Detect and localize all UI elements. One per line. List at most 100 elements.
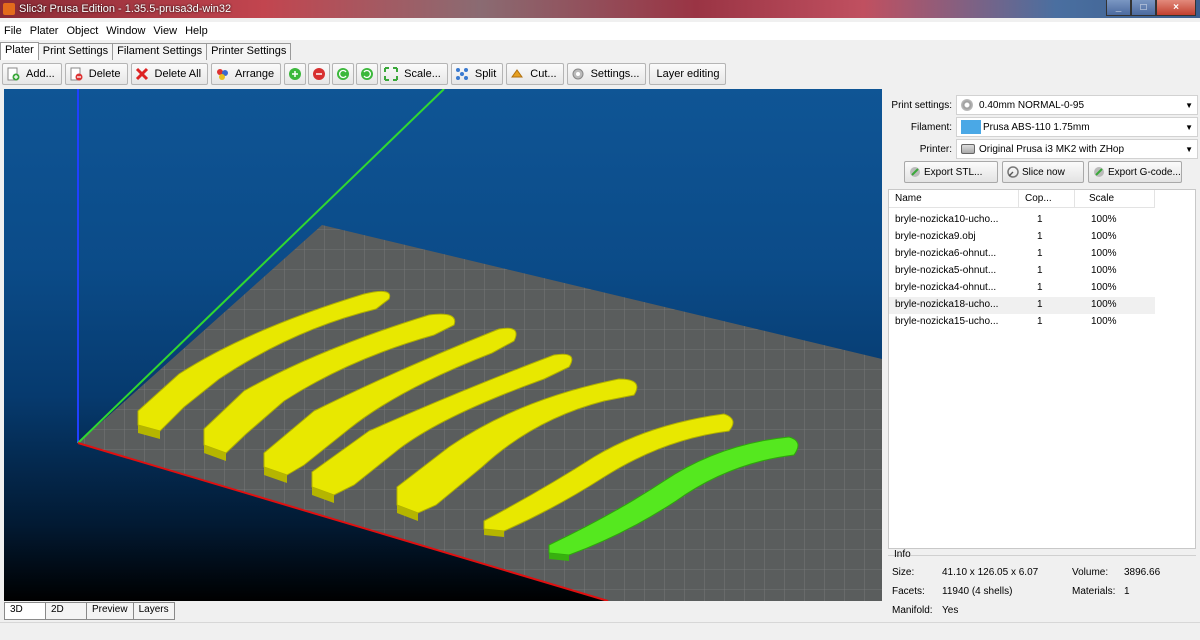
decrease-copies-button[interactable] [308, 63, 331, 85]
object-scale: 100% [1091, 248, 1117, 259]
list-item[interactable]: bryle-nozicka4-ohnut... 1 100% [889, 280, 1155, 297]
object-scale: 100% [1091, 282, 1117, 293]
tab-preview[interactable]: Preview [86, 602, 134, 620]
app-icon [3, 3, 15, 15]
tab-2d[interactable]: 2D [45, 602, 87, 620]
toolbar: Add... Delete Delete All Arrange Scale..… [0, 62, 1200, 86]
export-gcode-label: Export G-code... [1108, 166, 1181, 178]
menu-window[interactable]: Window [102, 25, 149, 37]
info-panel: Info Size: 41.10 x 126.05 x 6.07 Volume:… [888, 549, 1196, 617]
tab-plater[interactable]: Plater [0, 42, 39, 60]
list-item[interactable]: bryle-nozicka6-ohnut... 1 100% [889, 246, 1155, 263]
menu-help[interactable]: Help [181, 25, 212, 37]
object-scale: 100% [1091, 231, 1117, 242]
tab-layers[interactable]: Layers [132, 602, 175, 620]
printer-value: Original Prusa i3 MK2 with ZHop [979, 143, 1125, 155]
filament-label: Filament: [910, 121, 952, 133]
size-value: 41.10 x 126.05 x 6.07 [942, 567, 1039, 578]
object-list[interactable]: Name Cop... Scale bryle-nozicka10-ucho..… [888, 189, 1196, 549]
split-icon [455, 67, 469, 81]
delete-all-button[interactable]: Delete All [130, 63, 209, 85]
object-name: bryle-nozicka15-ucho... [895, 316, 999, 327]
export-icon [908, 165, 922, 179]
object-scale: 100% [1091, 316, 1117, 327]
list-item[interactable]: bryle-nozicka15-ucho... 1 100% [889, 314, 1155, 331]
delete-all-icon [135, 67, 149, 81]
size-label: Size: [892, 567, 915, 578]
settings-button[interactable]: Settings... [566, 63, 647, 85]
rotate-right-button[interactable] [356, 63, 379, 85]
facets-value: 11940 (4 shells) [942, 586, 1013, 597]
list-item-selected[interactable]: bryle-nozicka18-ucho... 1 100% [889, 297, 1155, 314]
object-scale: 100% [1091, 214, 1117, 225]
minus-icon [312, 67, 326, 81]
tab-3d[interactable]: 3D [4, 602, 46, 620]
scene-canvas[interactable] [4, 89, 882, 601]
manifold-value: Yes [942, 605, 959, 616]
3d-viewport[interactable] [4, 89, 882, 601]
printer-select[interactable]: Original Prusa i3 MK2 with ZHop ▼ [956, 139, 1198, 159]
column-header-scale[interactable]: Scale [1075, 190, 1155, 208]
add-button[interactable]: Add... [2, 63, 62, 85]
arrange-button[interactable]: Arrange [211, 63, 282, 85]
tab-filament-settings[interactable]: Filament Settings [112, 43, 208, 60]
add-icon [6, 67, 20, 81]
object-copies: 1 [1037, 299, 1043, 310]
maximize-button[interactable]: □ [1131, 0, 1156, 16]
arrange-label: Arrange [235, 68, 275, 80]
chevron-down-icon: ▼ [1185, 145, 1193, 154]
volume-label: Volume: [1072, 567, 1109, 578]
menu-view[interactable]: View [149, 25, 181, 37]
chevron-down-icon: ▼ [1185, 101, 1193, 110]
scale-button[interactable]: Scale... [380, 63, 448, 85]
export-stl-button[interactable]: Export STL... [904, 161, 998, 183]
menu-plater[interactable]: Plater [26, 25, 63, 37]
list-item[interactable]: bryle-nozicka5-ohnut... 1 100% [889, 263, 1155, 280]
gear-icon [571, 67, 585, 81]
facets-label: Facets: [892, 586, 925, 597]
list-item[interactable]: bryle-nozicka10-ucho... 1 100% [889, 212, 1155, 229]
object-scale: 100% [1091, 265, 1117, 276]
column-header-name[interactable]: Name [889, 190, 1019, 208]
filament-select[interactable]: Prusa ABS-110 1.75mm ▼ [956, 117, 1198, 137]
window-title: Slic3r Prusa Edition - 1.35.5-prusa3d-wi… [19, 3, 232, 15]
filament-value: Prusa ABS-110 1.75mm [983, 121, 1090, 133]
delete-button[interactable]: Delete [64, 63, 128, 85]
list-item[interactable]: bryle-nozicka9.obj 1 100% [889, 229, 1155, 246]
increase-copies-button[interactable] [284, 63, 307, 85]
export-gcode-button[interactable]: Export G-code... [1088, 161, 1182, 183]
tab-printer-settings[interactable]: Printer Settings [206, 43, 292, 60]
delete-all-label: Delete All [154, 68, 202, 80]
printer-label: Printer: [919, 143, 952, 155]
gear-icon [961, 99, 973, 111]
info-frame [888, 555, 1196, 617]
arrange-icon [215, 67, 229, 81]
rotate-left-button[interactable] [332, 63, 355, 85]
main-tabs: Plater Print Settings Filament Settings … [0, 42, 292, 60]
rotate-left-icon [336, 67, 350, 81]
volume-value: 3896.66 [1124, 567, 1161, 578]
chevron-down-icon: ▼ [1185, 123, 1193, 132]
slice-now-button[interactable]: Slice now [1002, 161, 1084, 183]
materials-label: Materials: [1072, 586, 1116, 597]
close-button[interactable]: × [1156, 0, 1196, 16]
cut-icon [510, 67, 524, 81]
cut-button[interactable]: Cut... [506, 63, 564, 85]
object-name: bryle-nozicka6-ohnut... [895, 248, 997, 259]
export-stl-label: Export STL... [924, 166, 983, 178]
object-scale: 100% [1091, 299, 1117, 310]
menu-object[interactable]: Object [62, 25, 102, 37]
print-settings-value: 0.40mm NORMAL-0-95 [979, 99, 1085, 111]
slice-icon [1006, 165, 1020, 179]
tab-print-settings[interactable]: Print Settings [37, 43, 114, 60]
split-button[interactable]: Split [450, 63, 504, 85]
menu-file[interactable]: File [0, 25, 26, 37]
print-settings-select[interactable]: 0.40mm NORMAL-0-95 ▼ [956, 95, 1198, 115]
window-controls: _ □ × [1106, 0, 1196, 16]
object-name: bryle-nozicka9.obj [895, 231, 976, 242]
title-bar: Slic3r Prusa Edition - 1.35.5-prusa3d-wi… [0, 0, 1200, 18]
column-header-copies[interactable]: Cop... [1019, 190, 1075, 208]
minimize-button[interactable]: _ [1106, 0, 1131, 16]
delete-icon [69, 67, 83, 81]
layer-editing-button[interactable]: Layer editing [649, 63, 727, 85]
